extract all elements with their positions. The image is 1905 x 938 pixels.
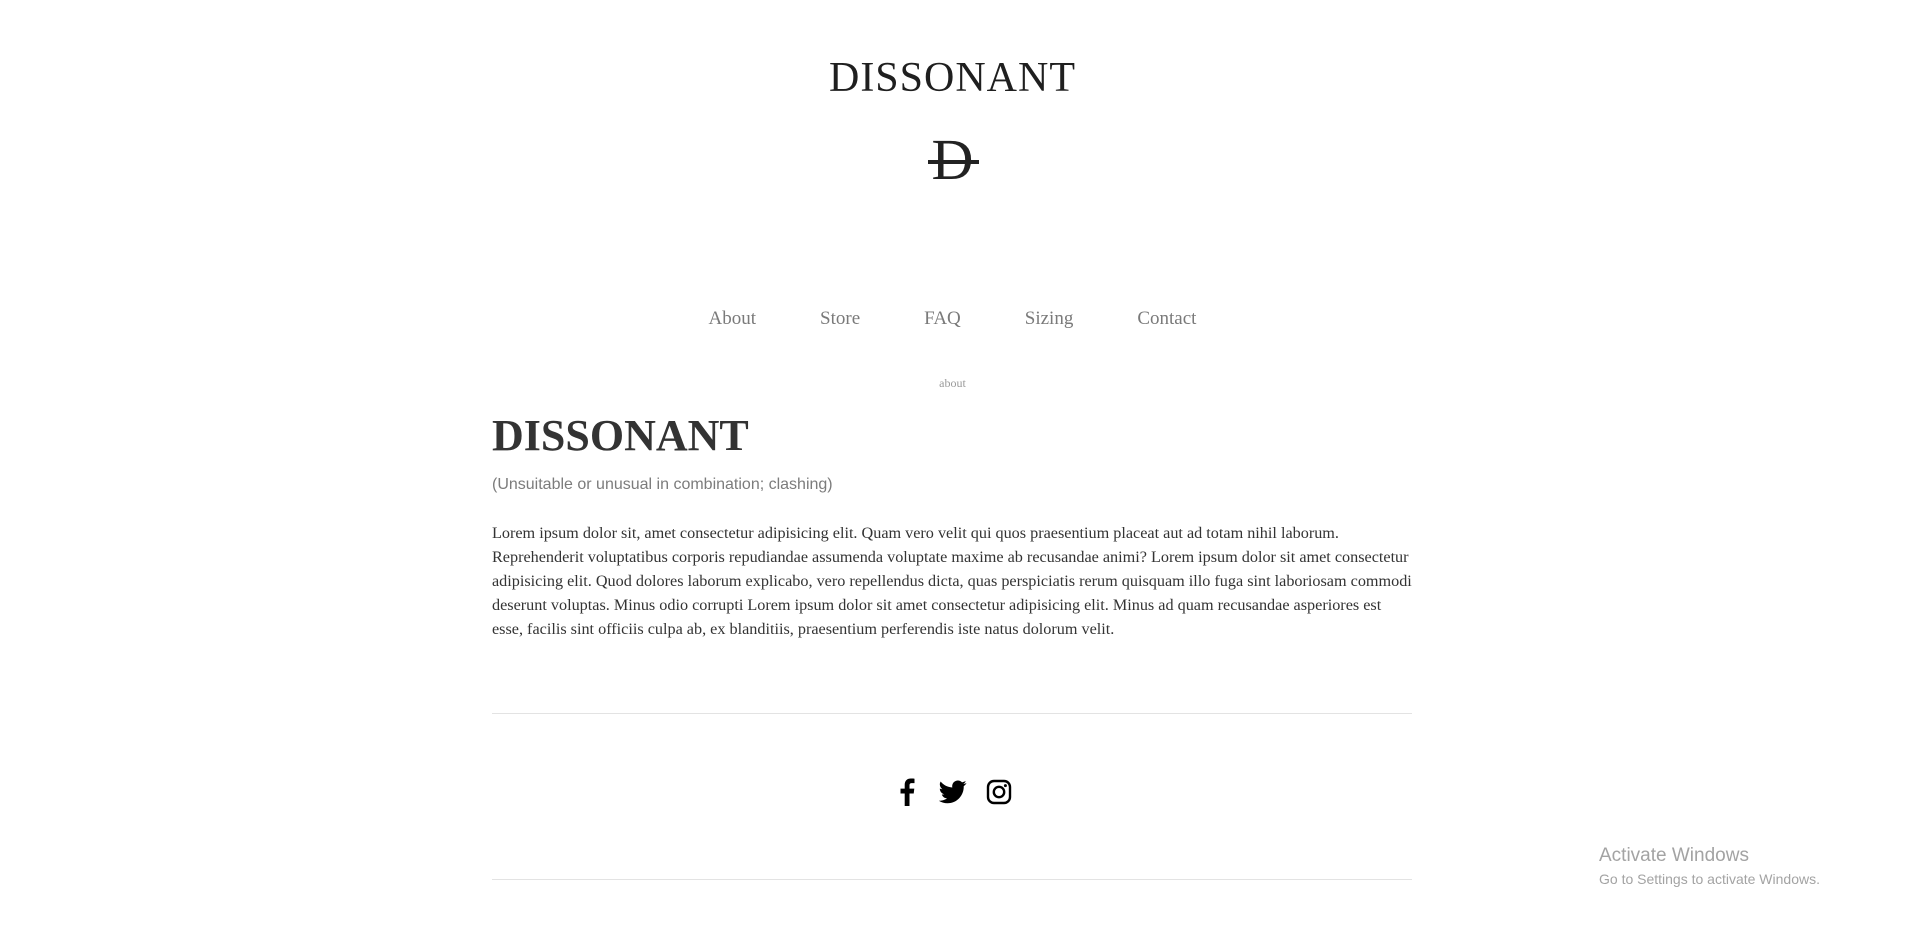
nav-item-faq[interactable]: FAQ (924, 308, 961, 330)
logo-strike (927, 160, 980, 164)
brand-title[interactable]: DISSONANT (0, 57, 1905, 99)
about-paragraph: Lorem ipsum dolor sit, amet consectetur … (492, 524, 1412, 639)
nav-item-store[interactable]: Store (820, 308, 860, 330)
nav-item-about[interactable]: About (709, 308, 757, 330)
divider-bottom (492, 879, 1412, 880)
activation-hint: Go to Settings to activate Windows. (1599, 871, 1820, 887)
page-label: about (939, 376, 966, 390)
nav-item-contact[interactable]: Contact (1137, 308, 1196, 330)
activation-title: Activate Windows (1599, 845, 1749, 866)
brand-logo[interactable]: D (0, 131, 1905, 189)
nav-item-sizing[interactable]: Sizing (1025, 308, 1074, 330)
about-content: DISSONANT (Unsuitable or unusual in comb… (492, 411, 1412, 658)
twitter-icon[interactable] (938, 777, 968, 807)
facebook-icon[interactable] (892, 777, 922, 807)
main-nav: About Store FAQ Sizing Contact (0, 308, 1905, 330)
page-subtitle: (Unsuitable or unusual in combination; c… (492, 476, 833, 494)
social-links (0, 777, 1905, 807)
instagram-icon[interactable] (984, 777, 1014, 807)
divider-top (492, 713, 1412, 714)
logo-icon: D (927, 131, 980, 189)
page-heading: DISSONANT (492, 411, 749, 460)
windows-activation-notice: Activate Windows Go to Settings to activ… (1599, 845, 1820, 887)
